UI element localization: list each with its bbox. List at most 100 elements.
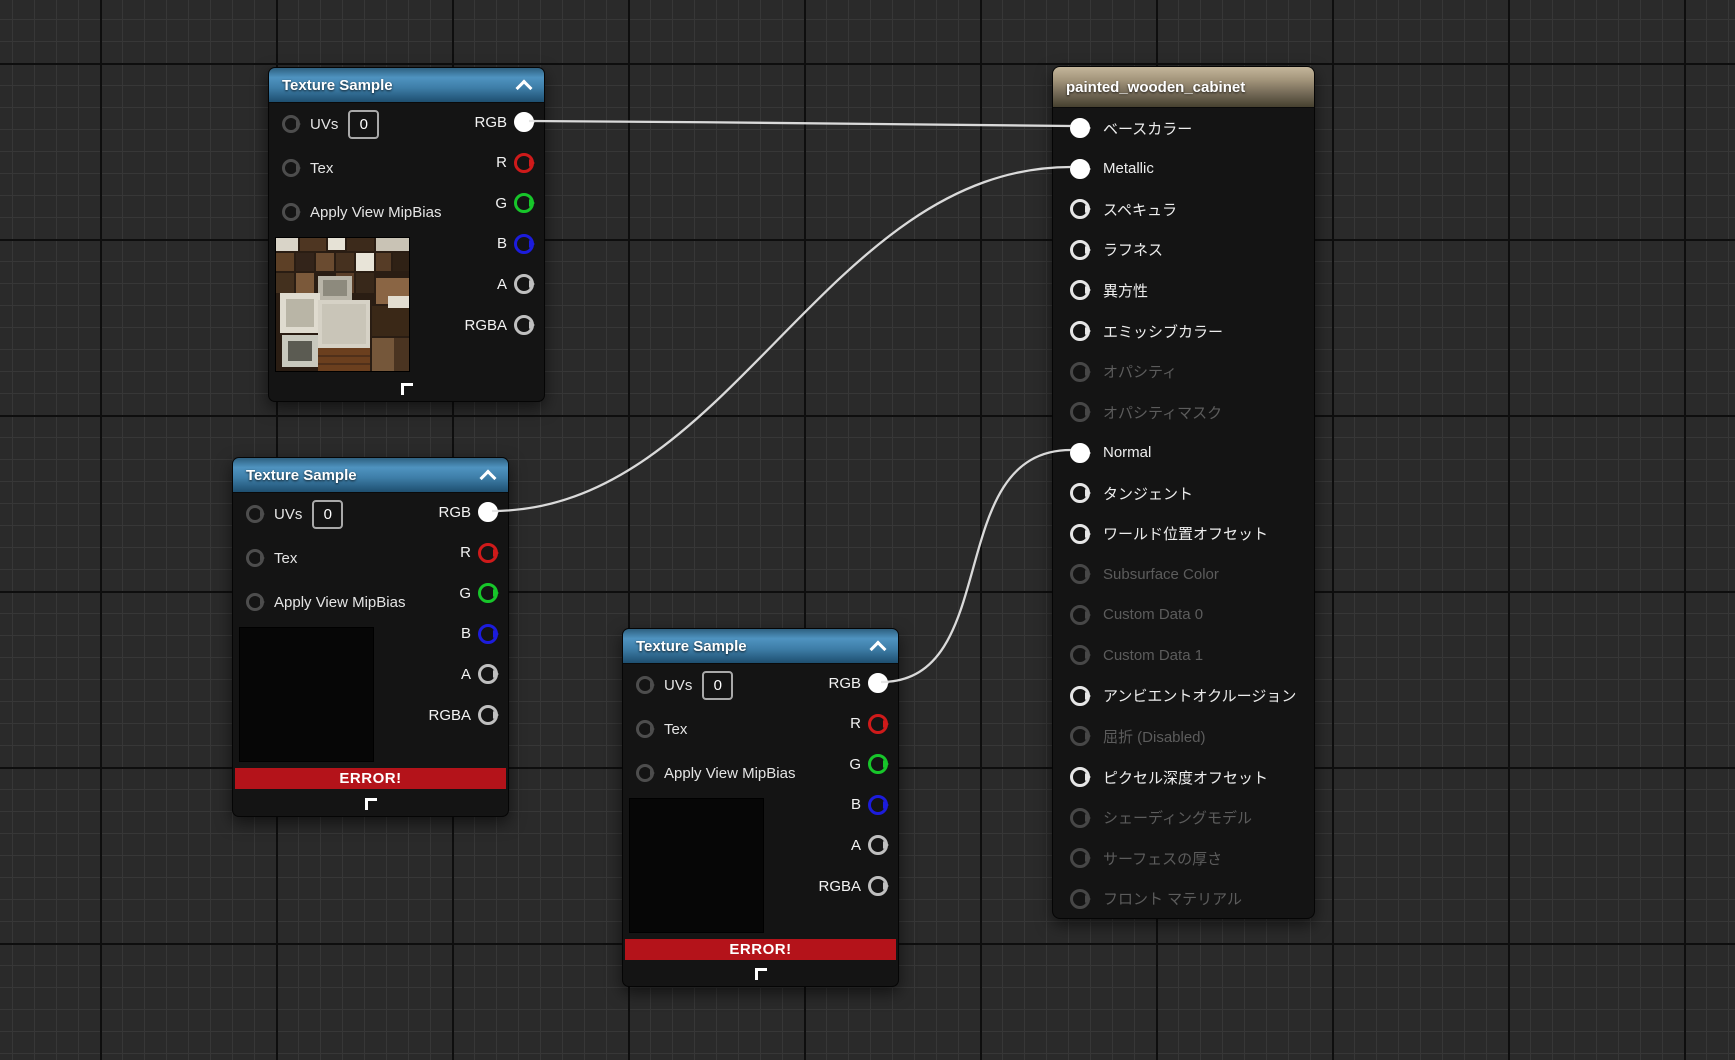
- output-pin-b[interactable]: [868, 795, 888, 815]
- expand-chevron-icon[interactable]: [755, 968, 767, 980]
- pin-opacity-mask[interactable]: [1070, 402, 1090, 422]
- input-pin-label: Apply View MipBias: [274, 594, 405, 611]
- pin-basecolor[interactable]: [1070, 118, 1090, 138]
- output-pin-row-b: B: [461, 614, 498, 655]
- expand-chevron-icon[interactable]: [401, 383, 413, 395]
- material-pin-row-world-position-offset: ワールド位置オフセット: [1053, 513, 1314, 554]
- output-pin-b[interactable]: [514, 234, 534, 254]
- pin-surface-thickness[interactable]: [1070, 848, 1090, 868]
- output-pin-row-g: G: [849, 744, 888, 785]
- output-pin-label: A: [497, 276, 507, 293]
- material-pin-row-roughness: ラフネス: [1053, 230, 1314, 271]
- output-pin-r[interactable]: [478, 543, 498, 563]
- output-pin-row-rgb: RGB: [438, 492, 498, 533]
- output-pin-rgb[interactable]: [478, 502, 498, 522]
- input-pin-uvs[interactable]: [636, 676, 654, 694]
- pin-label: オパシティ: [1103, 361, 1177, 382]
- node-header[interactable]: Texture Sample: [269, 68, 544, 103]
- output-pin-column: RGB R G B A RGBA: [428, 492, 498, 735]
- pin-label: シェーディングモデル: [1103, 807, 1252, 828]
- pin-custom-data-1[interactable]: [1070, 645, 1090, 665]
- uvs-value-box[interactable]: 0: [702, 671, 733, 700]
- input-pin-mipbias[interactable]: [246, 593, 264, 611]
- node-material-result[interactable]: painted_wooden_cabinet ベースカラー Metallic ス…: [1052, 66, 1315, 919]
- output-pin-rgba[interactable]: [514, 315, 534, 335]
- material-pin-list: ベースカラー Metallic スペキュラ ラフネス 異方性 エミッシブカラー: [1053, 108, 1314, 919]
- node-header[interactable]: painted_wooden_cabinet: [1053, 67, 1314, 108]
- input-pin-label: UVs: [274, 506, 302, 523]
- material-pin-row-refraction: 屈折 (Disabled): [1053, 716, 1314, 757]
- input-pin-label: Tex: [664, 721, 687, 738]
- pin-metallic[interactable]: [1070, 159, 1090, 179]
- pin-emissive[interactable]: [1070, 321, 1090, 341]
- node-texture-sample-1[interactable]: Texture Sample UVs 0 Tex Apply View MipB…: [268, 67, 545, 402]
- material-pin-row-opacity: オパシティ: [1053, 351, 1314, 392]
- material-pin-row-ambient-occlusion: アンビエントオクルージョン: [1053, 676, 1314, 717]
- output-pin-rgb[interactable]: [514, 112, 534, 132]
- input-pin-column: UVs 0 Tex Apply View MipBias: [282, 102, 441, 234]
- pin-label: サーフェスの厚さ: [1103, 848, 1222, 869]
- node-title: painted_wooden_cabinet: [1066, 79, 1245, 96]
- input-pin-tex[interactable]: [636, 720, 654, 738]
- output-pin-label: G: [459, 585, 471, 602]
- output-pin-g[interactable]: [868, 754, 888, 774]
- node-texture-sample-2[interactable]: Texture Sample UVs 0 Tex Apply View MipB…: [232, 457, 509, 817]
- node-texture-sample-3[interactable]: Texture Sample UVs 0 Tex Apply View MipB…: [622, 628, 899, 987]
- material-pin-row-custom-data-0: Custom Data 0: [1053, 595, 1314, 636]
- output-pin-r[interactable]: [868, 714, 888, 734]
- input-pin-mipbias[interactable]: [636, 764, 654, 782]
- pin-normal[interactable]: [1070, 443, 1090, 463]
- pin-label: ベースカラー: [1103, 118, 1192, 139]
- collapse-chevron-icon[interactable]: [516, 80, 533, 97]
- output-pin-r[interactable]: [514, 153, 534, 173]
- input-pin-uvs[interactable]: [282, 115, 300, 133]
- output-pin-a[interactable]: [478, 664, 498, 684]
- uvs-value-box[interactable]: 0: [312, 500, 343, 529]
- output-pin-b[interactable]: [478, 624, 498, 644]
- input-pin-uvs[interactable]: [246, 505, 264, 523]
- pin-subsurface-color[interactable]: [1070, 564, 1090, 584]
- output-pin-label: B: [851, 796, 861, 813]
- collapse-chevron-icon[interactable]: [870, 641, 887, 658]
- pin-tangent[interactable]: [1070, 483, 1090, 503]
- input-pin-column: UVs 0 Tex Apply View MipBias: [246, 492, 405, 624]
- material-pin-row-front-material: フロント マテリアル: [1053, 878, 1314, 919]
- uvs-value-box[interactable]: 0: [348, 110, 379, 139]
- output-pin-rgba[interactable]: [478, 705, 498, 725]
- pin-label: オパシティマスク: [1103, 402, 1222, 423]
- wooden-cabinet-mosaic: [276, 238, 409, 371]
- pin-anisotropy[interactable]: [1070, 280, 1090, 300]
- pin-specular[interactable]: [1070, 199, 1090, 219]
- pin-shading-model[interactable]: [1070, 808, 1090, 828]
- input-pin-tex[interactable]: [246, 549, 264, 567]
- material-pin-row-basecolor: ベースカラー: [1053, 108, 1314, 149]
- node-header[interactable]: Texture Sample: [233, 458, 508, 493]
- output-pin-g[interactable]: [478, 583, 498, 603]
- input-pin-mipbias[interactable]: [282, 203, 300, 221]
- output-pin-label: RGBA: [464, 317, 507, 334]
- pin-custom-data-0[interactable]: [1070, 605, 1090, 625]
- node-header[interactable]: Texture Sample: [623, 629, 898, 664]
- material-pin-row-opacity-mask: オパシティマスク: [1053, 392, 1314, 433]
- input-pin-row-mipbias: Apply View MipBias: [246, 580, 405, 624]
- node-title: Texture Sample: [246, 467, 357, 484]
- output-pin-a[interactable]: [514, 274, 534, 294]
- output-pin-g[interactable]: [514, 193, 534, 213]
- expand-chevron-icon[interactable]: [365, 798, 377, 810]
- output-pin-rgba[interactable]: [868, 876, 888, 896]
- collapse-chevron-icon[interactable]: [480, 470, 497, 487]
- output-pin-label: RGBA: [428, 707, 471, 724]
- output-pin-a[interactable]: [868, 835, 888, 855]
- pin-roughness[interactable]: [1070, 240, 1090, 260]
- pin-front-material[interactable]: [1070, 889, 1090, 909]
- input-pin-row-tex: Tex: [246, 536, 405, 580]
- pin-pixel-depth-offset[interactable]: [1070, 767, 1090, 787]
- pin-world-position-offset[interactable]: [1070, 524, 1090, 544]
- texture-thumbnail-preview: [630, 799, 763, 932]
- pin-refraction[interactable]: [1070, 726, 1090, 746]
- input-pin-tex[interactable]: [282, 159, 300, 177]
- output-pin-rgb[interactable]: [868, 673, 888, 693]
- pin-opacity[interactable]: [1070, 362, 1090, 382]
- input-pin-row-mipbias: Apply View MipBias: [636, 751, 795, 795]
- pin-ambient-occlusion[interactable]: [1070, 686, 1090, 706]
